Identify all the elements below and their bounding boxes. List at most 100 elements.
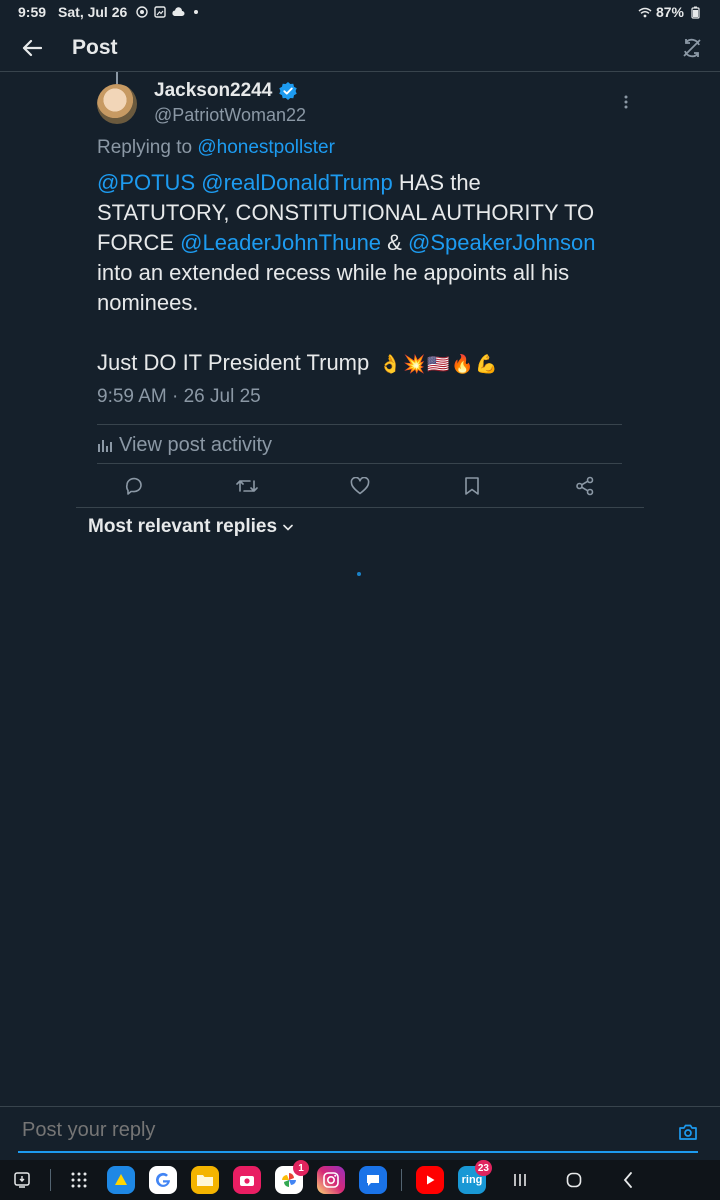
messages-app-icon — [367, 1175, 379, 1186]
system-taskbar: 1 ring 23 — [0, 1160, 720, 1200]
divider — [97, 463, 622, 464]
replying-to-handle-link[interactable]: @honestpollster — [197, 137, 335, 158]
home-button[interactable] — [554, 1164, 594, 1196]
sync-off-icon — [683, 38, 701, 57]
post-actions — [97, 466, 622, 506]
bookmark-button[interactable] — [459, 473, 485, 499]
reply-button[interactable] — [121, 473, 147, 499]
recents-icon — [514, 1174, 526, 1186]
like-button[interactable] — [347, 473, 373, 499]
flexed-biceps-emoji-icon: 💪 — [475, 354, 498, 375]
thread-connector-line — [116, 72, 118, 84]
image-notification-icon — [153, 6, 167, 18]
post-text-segment: HAS the — [398, 170, 481, 195]
app-icon-messages[interactable] — [359, 1166, 387, 1194]
mention-link[interactable]: @SpeakerJohnson — [408, 230, 595, 255]
app-icon-instagram[interactable] — [317, 1166, 345, 1194]
author-handle[interactable]: @PatriotWoman22 — [154, 105, 306, 126]
status-bar: 9:59 Sat, Jul 26 87% — [0, 0, 720, 24]
battery-percent: 87% — [655, 4, 684, 20]
notification-app-icon — [135, 6, 149, 18]
post-line: STATUTORY, CONSTITUTIONAL AUTHORITY TO — [97, 200, 595, 225]
sync-button[interactable] — [664, 24, 720, 72]
status-time: 9:59 — [18, 4, 47, 20]
app-icon-photos[interactable]: 1 — [275, 1160, 309, 1194]
battery-icon — [688, 6, 702, 19]
app-icon-ring[interactable]: ring 23 — [458, 1160, 492, 1194]
post-line: @POTUS @realDonaldTrump HAS the — [97, 168, 637, 198]
post-text-segment: FORCE — [97, 230, 174, 255]
chevron-down-icon — [283, 524, 293, 531]
app-icon-screen-recorder[interactable] — [233, 1166, 261, 1194]
ok-hand-emoji-icon: 👌 — [379, 354, 402, 375]
bookmark-icon — [465, 477, 480, 495]
post-line: into an extended recess while he appoint… — [97, 260, 570, 285]
reply-input-underline — [18, 1151, 698, 1153]
repost-button[interactable] — [234, 473, 260, 499]
divider — [97, 424, 622, 425]
app-icon-google[interactable] — [149, 1166, 177, 1194]
repost-icon — [235, 480, 258, 492]
reply-composer — [0, 1106, 720, 1156]
mention-link[interactable]: @realDonaldTrump — [201, 170, 392, 195]
files-app-icon — [115, 1174, 127, 1185]
screen-capture-icon — [14, 1172, 30, 1188]
more-options-button[interactable] — [612, 90, 640, 114]
taskbar-separator — [50, 1169, 51, 1191]
chevron-left-icon — [623, 1172, 632, 1188]
screen-capture-button[interactable] — [8, 1166, 36, 1194]
reply-bubble-icon — [125, 477, 142, 495]
avatar[interactable] — [97, 84, 137, 124]
camera-button[interactable] — [674, 1119, 702, 1145]
post-line: Just DO IT President Trump 👌 💥 🇺🇸 🔥 💪 — [97, 348, 637, 378]
collision-emoji-icon: 💥 — [403, 354, 426, 375]
camera-icon — [679, 1124, 697, 1140]
arrow-left-icon — [22, 39, 42, 56]
cloud-icon — [171, 6, 185, 18]
mention-link[interactable]: @POTUS — [97, 170, 195, 195]
author-name[interactable]: Jackson2244 — [154, 80, 272, 102]
view-post-activity[interactable]: View post activity — [97, 428, 272, 462]
back-button[interactable] — [0, 24, 64, 72]
system-back-button[interactable] — [608, 1164, 648, 1196]
replying-to: Replying to @honestpollster — [97, 137, 335, 159]
ring-app-label: ring — [461, 1174, 483, 1186]
youtube-app-icon — [427, 1175, 435, 1185]
post-author[interactable]: Jackson2244 @PatriotWoman22 — [154, 80, 306, 126]
post-text: @POTUS @realDonaldTrump HAS the STATUTOR… — [97, 168, 637, 378]
recent-apps-button[interactable] — [500, 1164, 540, 1196]
fire-emoji-icon: 🔥 — [451, 354, 474, 375]
heart-icon — [350, 477, 369, 495]
replies-sort-dropdown[interactable]: Most relevant replies — [88, 516, 293, 538]
replying-to-label: Replying to — [97, 137, 193, 158]
verified-badge-icon — [279, 82, 298, 100]
loading-indicator — [357, 572, 361, 576]
view-post-activity-label: View post activity — [119, 433, 273, 456]
google-app-icon — [156, 1172, 170, 1187]
photos-badge: 1 — [293, 1160, 309, 1176]
app-icon-folder[interactable] — [191, 1166, 219, 1194]
app-header: Post — [0, 24, 720, 72]
app-drawer-button[interactable] — [65, 1166, 93, 1194]
app-icon-files[interactable] — [107, 1166, 135, 1194]
instagram-app-icon — [323, 1172, 339, 1188]
page-title: Post — [72, 35, 118, 59]
grid-icon — [71, 1172, 87, 1188]
app-icon-youtube[interactable] — [416, 1166, 444, 1194]
post-timestamp[interactable]: 9:59 AM · 26 Jul 25 — [97, 386, 261, 408]
folder-app-icon — [197, 1175, 213, 1186]
post-line: nominees. — [97, 290, 199, 315]
taskbar-separator — [401, 1169, 402, 1191]
analytics-icon — [98, 440, 112, 452]
share-icon — [576, 476, 594, 496]
share-button[interactable] — [572, 473, 598, 499]
replies-sort-label: Most relevant replies — [88, 516, 278, 537]
post-text-segment: & — [387, 230, 402, 255]
notification-icons — [135, 6, 203, 18]
post-text-segment: Just DO IT President Trump — [97, 350, 370, 375]
us-flag-emoji-icon: 🇺🇸 — [427, 354, 450, 375]
status-right: 87% — [638, 4, 702, 20]
reply-input[interactable] — [22, 1119, 662, 1142]
mention-link[interactable]: @LeaderJohnThune — [180, 230, 381, 255]
